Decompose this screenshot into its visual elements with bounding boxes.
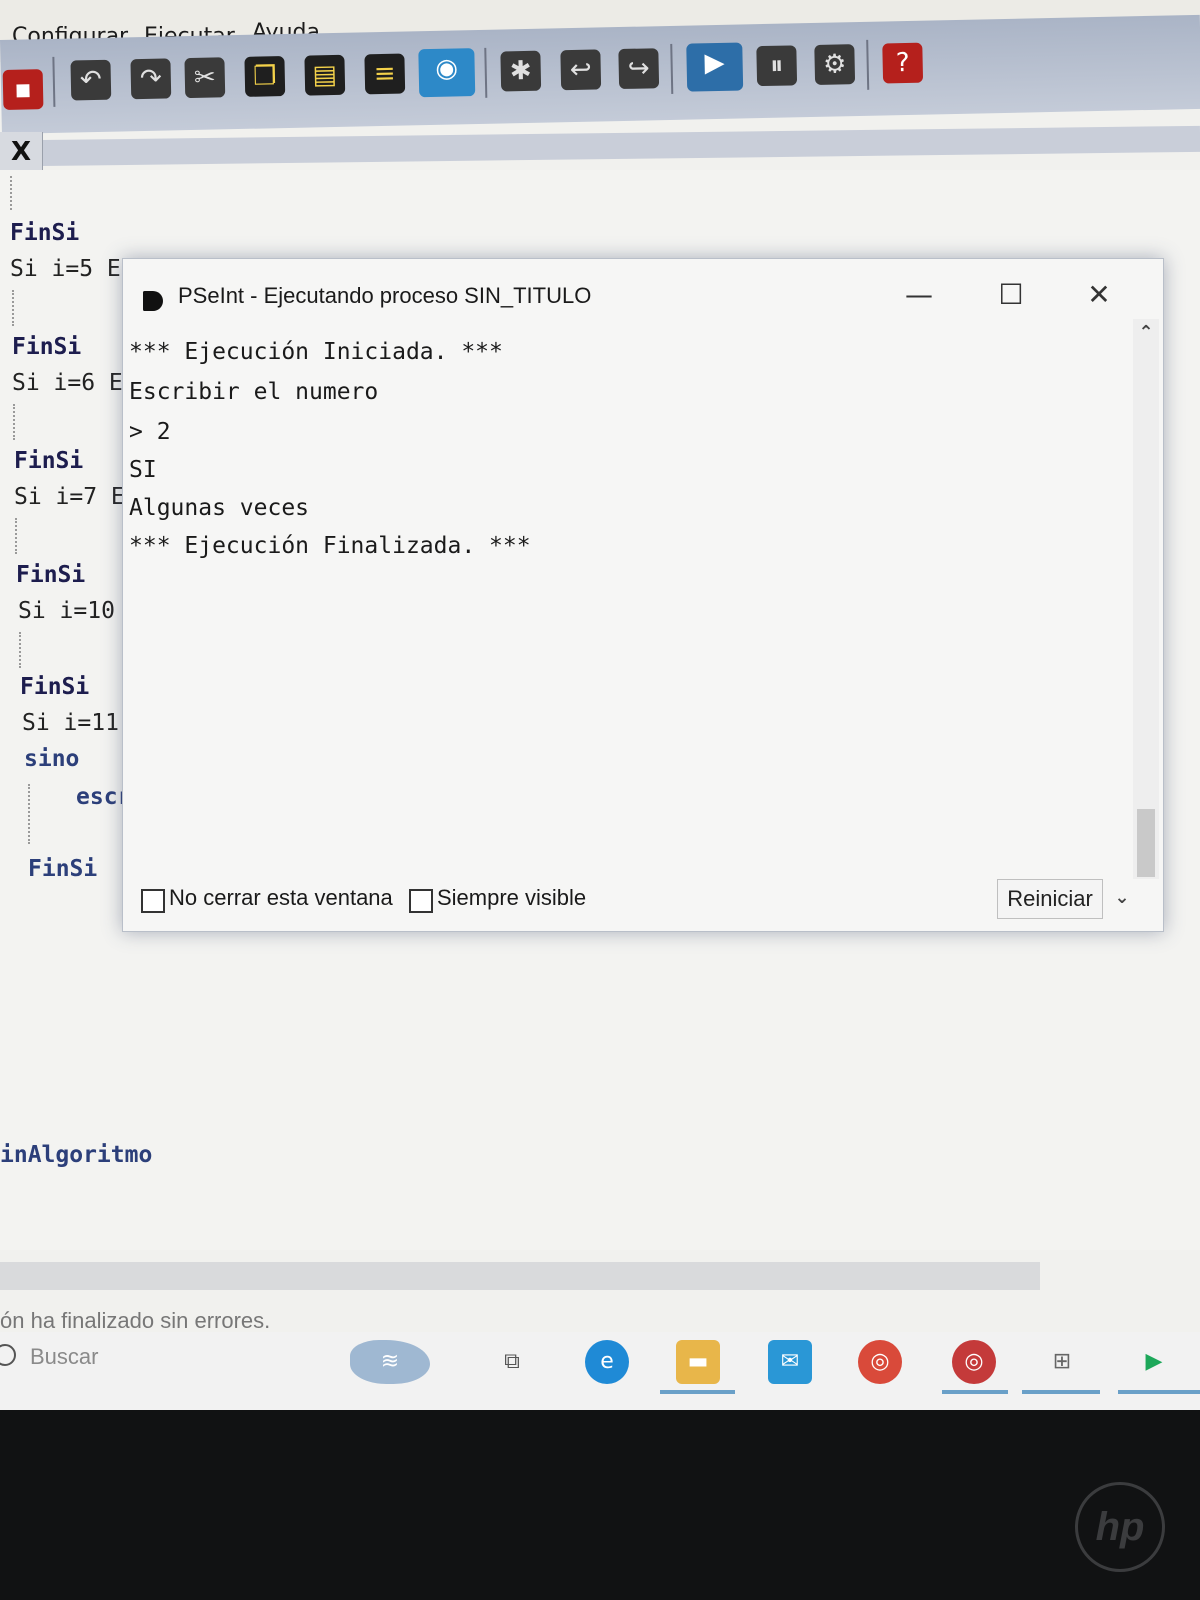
- find-previous-icon[interactable]: ↩: [560, 49, 602, 91]
- toolbar-separator: [52, 56, 56, 107]
- help-icon[interactable]: ?: [882, 42, 924, 84]
- console-line: *** Ejecución Iniciada. ***: [129, 339, 503, 365]
- mail-icon[interactable]: ✉: [768, 1340, 812, 1384]
- no-close-checkbox[interactable]: [141, 889, 165, 913]
- restart-button[interactable]: Reiniciar: [997, 879, 1103, 919]
- search-code-icon[interactable]: ✱: [500, 50, 542, 92]
- fold-guide: [13, 404, 17, 440]
- console-line: > 2: [129, 419, 171, 445]
- code-line: FinSi: [16, 562, 86, 588]
- taskbar-search[interactable]: Buscar: [30, 1344, 98, 1370]
- console-line: *** Ejecución Finalizada. ***: [129, 533, 531, 559]
- undo-icon[interactable]: ↶: [70, 59, 112, 101]
- active-app-indicator: [1022, 1390, 1100, 1394]
- vertical-scrollbar[interactable]: ⌃: [1133, 319, 1159, 879]
- status-bar: [0, 1262, 1040, 1290]
- active-app-indicator: [1118, 1390, 1200, 1394]
- no-close-label[interactable]: No cerrar esta ventana: [169, 885, 393, 911]
- laptop-bezel: [0, 1410, 1200, 1600]
- close-icon[interactable]: ✕: [1077, 275, 1121, 315]
- edge-icon[interactable]: e: [585, 1340, 629, 1384]
- close-tab-icon[interactable]: X: [0, 132, 43, 172]
- redo-icon[interactable]: ↷: [130, 58, 172, 100]
- fold-guide: [28, 784, 32, 844]
- execution-titlebar[interactable]: PSeInt - Ejecutando proceso SIN_TITULO —…: [123, 259, 1163, 319]
- search-highlight-icon[interactable]: ≋: [350, 1340, 430, 1384]
- options-row: No cerrar esta ventana Siempre visible R…: [137, 879, 1147, 919]
- code-line: Si i=6 E: [12, 370, 123, 396]
- console-output[interactable]: *** Ejecución Iniciada. *** Escribir el …: [129, 329, 1119, 869]
- fold-guide: [10, 176, 14, 210]
- always-visible-label[interactable]: Siempre visible: [437, 885, 586, 911]
- cut-icon[interactable]: ✂: [184, 57, 226, 99]
- run-icon[interactable]: ▶: [686, 42, 744, 92]
- toolbar-separator: [484, 47, 488, 98]
- console-line: Algunas veces: [129, 495, 310, 521]
- code-line: FinSi: [28, 856, 98, 882]
- minimize-icon[interactable]: —: [897, 275, 941, 315]
- search-icon[interactable]: [0, 1344, 16, 1366]
- always-visible-checkbox[interactable]: [409, 889, 433, 913]
- toolbar-separator: [866, 39, 870, 90]
- find-next-icon[interactable]: ↪: [618, 48, 660, 90]
- fold-guide: [19, 632, 23, 668]
- scrollbar-thumb[interactable]: [1137, 809, 1155, 877]
- code-line: inAlgoritmo: [0, 1142, 153, 1168]
- active-app-indicator: [660, 1390, 735, 1394]
- file-explorer-icon[interactable]: ▬: [676, 1340, 720, 1384]
- code-line: FinSi: [20, 674, 90, 700]
- chrome-icon[interactable]: ◎: [858, 1340, 902, 1384]
- maximize-icon[interactable]: ☐: [989, 275, 1033, 315]
- pseint-run-taskbar-icon[interactable]: ▶: [1132, 1340, 1176, 1384]
- fold-guide: [12, 290, 16, 326]
- console-line: Escribir el numero: [129, 379, 379, 405]
- code-line: FinSi: [14, 448, 84, 474]
- copy-icon[interactable]: ❐: [244, 56, 286, 97]
- tab-strip: [42, 125, 1200, 166]
- view-icon[interactable]: ◉: [418, 48, 476, 98]
- step-icon[interactable]: ⏸: [756, 45, 798, 87]
- chrome-profile-icon[interactable]: ◎: [952, 1340, 996, 1384]
- paste-icon[interactable]: ▤: [304, 54, 346, 96]
- console-line: SI: [129, 457, 157, 483]
- code-line: sino: [24, 746, 80, 772]
- fold-guide: [15, 518, 19, 554]
- taskbar: Buscar ≋ ⧉ e ▬ ✉ ◎ ◎ ⊞ ▶: [0, 1332, 1200, 1410]
- chevron-down-icon[interactable]: ⌄: [1109, 883, 1135, 913]
- status-message: ón ha finalizado sin errores.: [0, 1308, 271, 1333]
- task-view-icon[interactable]: ⧉: [490, 1340, 534, 1384]
- network-app-icon[interactable]: ⊞: [1040, 1340, 1084, 1384]
- flowchart-icon[interactable]: ⚙: [814, 44, 856, 85]
- chevron-up-icon[interactable]: ⌃: [1133, 319, 1159, 347]
- hp-logo: hp: [1075, 1482, 1165, 1572]
- code-line: FinSi: [12, 334, 82, 360]
- toolbar-separator: [670, 43, 674, 94]
- window-title: PSeInt - Ejecutando proceso SIN_TITULO: [178, 283, 592, 308]
- code-line: Si i=7 E: [14, 484, 125, 510]
- code-line: FinSi: [10, 220, 80, 246]
- save-icon[interactable]: ▪: [2, 69, 44, 110]
- pseint-app-icon: [143, 291, 163, 311]
- active-app-indicator: [942, 1390, 1008, 1394]
- indent-icon[interactable]: ≡: [364, 53, 406, 95]
- execution-window: PSeInt - Ejecutando proceso SIN_TITULO —…: [122, 258, 1164, 932]
